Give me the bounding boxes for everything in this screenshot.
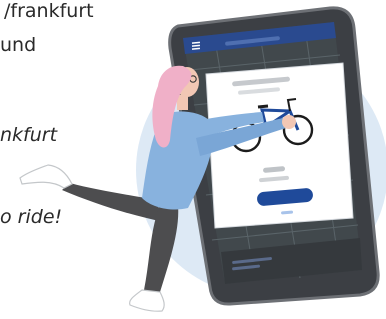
illustration: [19, 6, 386, 312]
